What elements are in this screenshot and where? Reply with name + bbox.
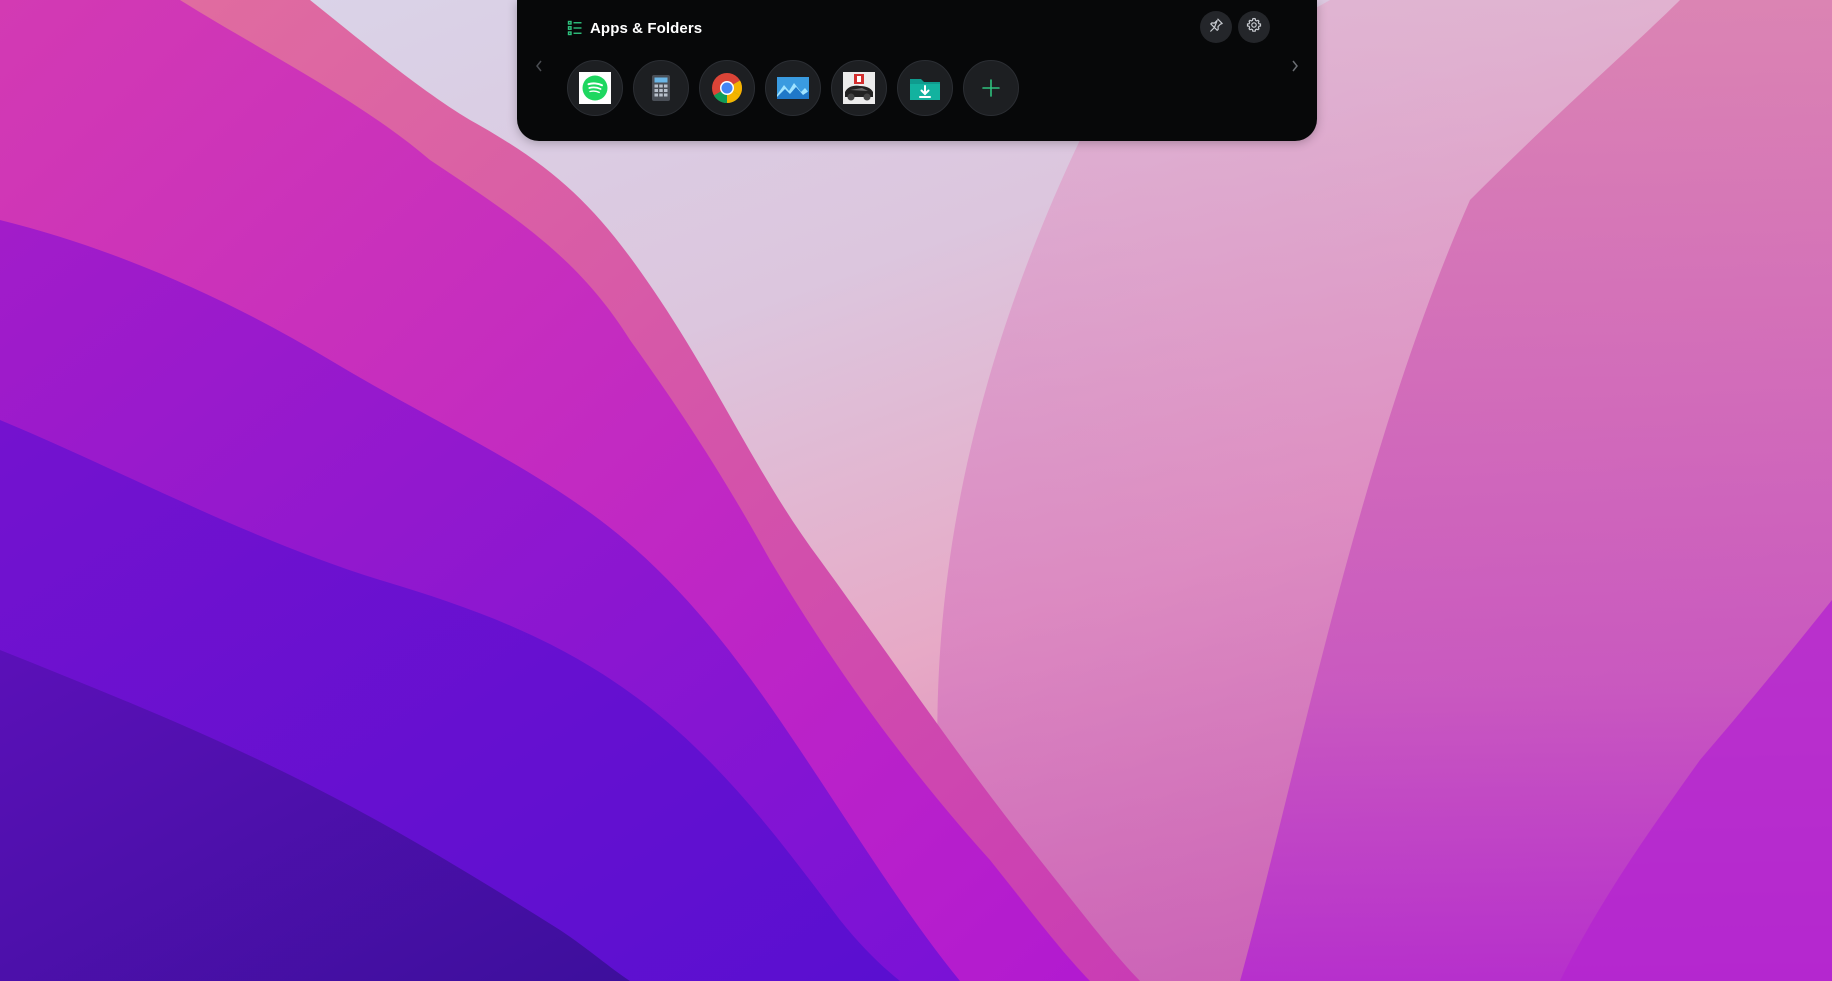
gear-icon: [1246, 17, 1262, 38]
chrome-icon: [710, 71, 744, 105]
apps-folders-panel: Apps & Folders: [517, 0, 1317, 141]
panel-title: Apps & Folders: [590, 19, 703, 37]
calculator-icon: [644, 71, 678, 105]
app-calculator[interactable]: [633, 60, 689, 116]
wallpaper: [0, 0, 1832, 981]
pin-icon: [1208, 17, 1224, 38]
plus-icon: [974, 71, 1008, 105]
app-spotify[interactable]: [567, 60, 623, 116]
header-actions: [1200, 11, 1270, 43]
app-chrome[interactable]: [699, 60, 755, 116]
spotify-icon: [578, 71, 612, 105]
chevron-right-icon: [1290, 58, 1300, 79]
downloads-folder-icon: [908, 71, 942, 105]
scroll-left-button[interactable]: [531, 58, 547, 78]
app-photos[interactable]: [765, 60, 821, 116]
game-icon: [842, 71, 876, 105]
scroll-right-button[interactable]: [1287, 58, 1303, 78]
app-game[interactable]: [831, 60, 887, 116]
settings-button[interactable]: [1238, 11, 1270, 43]
panel-header: Apps & Folders: [567, 17, 702, 39]
pin-button[interactable]: [1200, 11, 1232, 43]
chevron-left-icon: [534, 58, 544, 79]
desktop: Apps & Folders: [0, 0, 1832, 981]
list-icon: [567, 20, 583, 36]
add-app-button[interactable]: [963, 60, 1019, 116]
folder-downloads[interactable]: [897, 60, 953, 116]
photos-icon: [776, 71, 810, 105]
apps-row: [567, 60, 1019, 116]
